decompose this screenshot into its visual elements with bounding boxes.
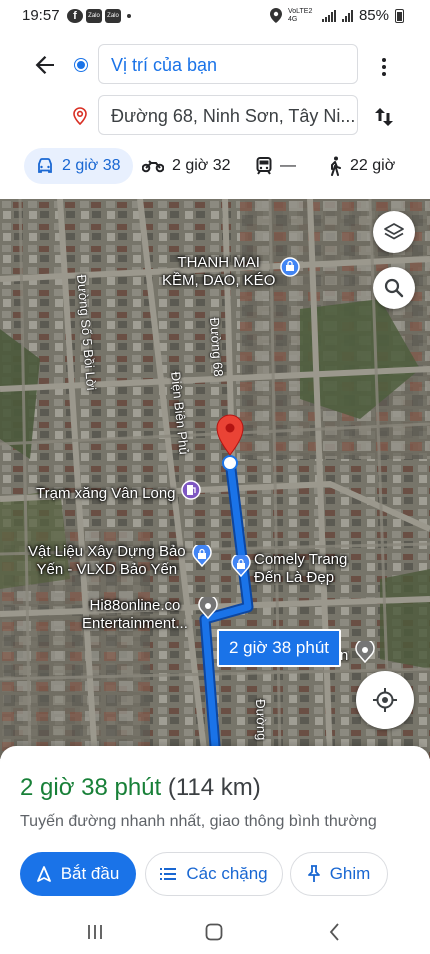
mode-transit[interactable]: — [244,148,308,184]
directions-header: Vị trí của bạn Đường 68, Ninh Sơn, Tây N… [0,32,430,142]
home-icon[interactable] [204,920,224,944]
facebook-icon: f [67,9,83,23]
route-description: Tuyến đường nhanh nhất, giao thông bình … [20,813,377,830]
route-details-sheet[interactable]: 2 giờ 38 phút (114 km) Tuyến đường nhanh… [0,746,430,916]
place-hi88[interactable]: Hi88online.co Entertainment... [82,597,188,633]
mode-motorbike[interactable]: 2 giờ 32 [130,148,243,184]
list-icon [160,868,177,880]
mode-walking[interactable]: 22 giờ [316,148,407,184]
place-pin-icon[interactable] [355,641,375,663]
search-icon [384,278,404,298]
battery-icon [395,8,404,23]
start-button-label: Bắt đầu [60,864,120,883]
destination-pin-icon [73,107,87,125]
gas-station-icon[interactable] [181,480,201,502]
place-partial-label: n [340,647,349,664]
route-duration-callout[interactable]: 2 giờ 38 phút [217,629,341,667]
search-along-route-button[interactable] [373,267,415,309]
origin-input[interactable]: Vị trí của bạn [98,44,358,84]
shopping-bag-icon[interactable] [280,257,300,279]
origin-dot-icon [75,59,87,71]
my-location-button[interactable] [356,671,414,729]
mode-transit-label: — [280,157,296,174]
status-bar: 19:57 f Zalo Zalo VoLTE2 4G 85% [0,0,430,32]
back-arrow-icon[interactable] [30,50,60,80]
pin-icon [307,865,320,882]
status-time: 19:57 [22,7,60,24]
route-distance: (114 km) [167,774,261,801]
place-tram-xang[interactable]: Trạm xăng Vân Long [36,485,176,503]
place-vat-lieu[interactable]: Vật Liệu Xây Dựng Bảo Yến - VLXD Bảo Yến [28,543,186,579]
signal-icon [321,9,336,22]
mode-motorbike-label: 2 giờ 32 [172,157,231,174]
zalo-icon: Zalo [86,9,102,23]
swap-icon[interactable] [372,105,396,129]
route-duration: 2 giờ 38 phút [20,774,162,801]
shopping-bag-icon[interactable] [192,545,212,567]
zalo-icon: Zalo [105,9,121,23]
pin-button-label: Ghim [329,864,371,883]
road-label-duong: Đường [253,699,270,741]
place-thanh-mai-label: THANH MAI KỀM, DAO, KÉO [162,254,276,289]
network-label: VoLTE2 4G [287,7,313,23]
layers-button[interactable] [373,211,415,253]
place-comely[interactable]: Comely Trang Đến Là Đẹp [254,551,347,587]
mode-driving-label: 2 giờ 38 [62,157,121,174]
pin-button[interactable]: Ghim [290,852,388,896]
route-eta: 2 giờ 38 phút (114 km) [20,774,261,802]
signal-icon [341,9,353,22]
transit-icon [256,157,272,175]
shopping-bag-icon[interactable] [231,555,251,577]
place-thanh-mai[interactable]: THANH MAI KỀM, DAO, KÉO [162,254,275,290]
back-icon[interactable] [328,920,342,944]
notification-dot [127,14,131,18]
travel-mode-bar: 2 giờ 38 2 giờ 32 — 22 giờ [0,142,430,194]
steps-button[interactable]: Các chặng [145,852,283,896]
crosshair-icon [373,688,397,712]
navigation-arrow-icon [36,866,51,882]
map-view[interactable]: THANH MAI KỀM, DAO, KÉO Trạm xăng Vân Lo… [0,199,430,759]
battery-percent: 85% [358,7,389,24]
walk-icon [331,156,341,176]
recent-apps-icon[interactable] [86,920,104,944]
more-options-icon[interactable] [378,57,390,77]
location-icon [269,8,282,23]
motorbike-icon [142,160,164,173]
steps-button-label: Các chặng [186,864,268,883]
car-icon [38,158,52,173]
destination-input[interactable]: Đường 68, Ninh Sơn, Tây Ni... [98,95,358,135]
layers-icon [384,223,404,240]
mode-walking-label: 22 giờ [350,157,396,174]
mode-driving[interactable]: 2 giờ 38 [24,148,133,184]
system-nav-bar [0,916,430,954]
place-pin-icon[interactable] [198,597,218,619]
start-button[interactable]: Bắt đầu [20,852,136,896]
